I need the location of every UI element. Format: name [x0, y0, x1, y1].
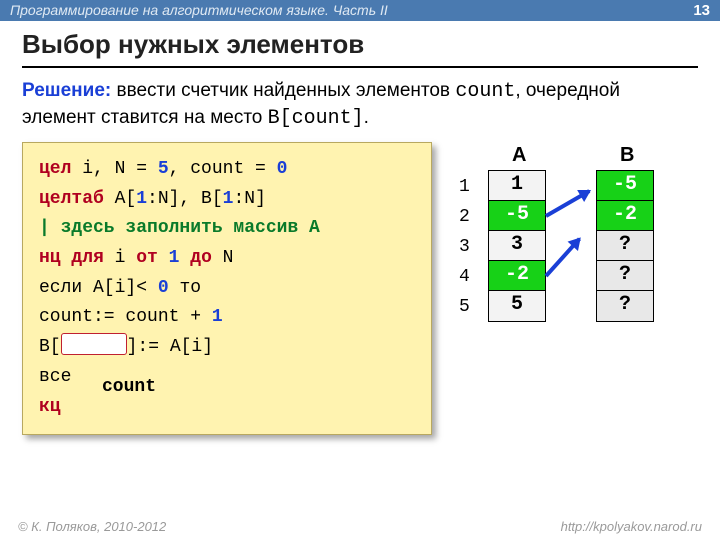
description: Решение: ввести счетчик найденных элемен… [22, 78, 698, 132]
array-a-label: A [512, 144, 526, 167]
index-cell: 5 [459, 292, 470, 322]
array-b-label: B [620, 144, 634, 167]
index-column: 1 2 3 4 5 [459, 172, 470, 322]
code-line: кц [39, 393, 415, 423]
page-title: Выбор нужных элементов [22, 29, 698, 68]
course-name: Программирование на алгоритмическом язык… [10, 2, 388, 19]
code-line: цел i, N = 5, count = 0 [39, 155, 415, 185]
index-cell: 3 [459, 232, 470, 262]
array-cell: ? [597, 261, 653, 291]
code-line: B[]:= A[i] [39, 333, 415, 363]
code-line: все [39, 363, 415, 393]
page-number: 13 [693, 2, 710, 19]
footer-url: http://kpolyakov.narod.ru [561, 519, 702, 534]
topbar: Программирование на алгоритмическом язык… [0, 0, 720, 21]
array-cell: 1 [489, 171, 545, 201]
array-cell: -2 [597, 201, 653, 231]
footer: © К. Поляков, 2010-2012 http://kpolyakov… [0, 519, 720, 534]
array-cell: 5 [489, 291, 545, 321]
code-line: count:= count + 1 [39, 303, 415, 333]
index-cell: 1 [459, 172, 470, 202]
code-line: целтаб A[1:N], B[1:N] [39, 185, 415, 215]
code-line: нц для i от 1 до N [39, 244, 415, 274]
copyright: © К. Поляков, 2010-2012 [18, 519, 166, 534]
array-a: 1-53-25 [488, 170, 546, 322]
array-b: -5-2??? [596, 170, 654, 322]
code-block: цел i, N = 5, count = 0 целтаб A[1:N], B… [22, 142, 432, 435]
array-cell: -5 [597, 171, 653, 201]
count-overlay: count [101, 378, 157, 396]
array-cell: 3 [489, 231, 545, 261]
arrow-icon [545, 238, 581, 278]
code-line: если A[i]< 0 то [39, 274, 415, 304]
array-cell: -5 [489, 201, 545, 231]
index-cell: 4 [459, 262, 470, 292]
array-cell: -2 [489, 261, 545, 291]
array-cell: ? [597, 291, 653, 321]
arrow-icon [545, 189, 590, 217]
blank-box [61, 333, 127, 355]
code-line: | здесь заполнить массив A [39, 214, 415, 244]
index-cell: 2 [459, 202, 470, 232]
desc-keyword: Решение: [22, 80, 111, 101]
main-row: цел i, N = 5, count = 0 целтаб A[1:N], B… [22, 142, 698, 435]
slide-content: Выбор нужных элементов Решение: ввести с… [0, 21, 720, 435]
arrays-diagram: A B 1 2 3 4 5 1-53-25 -5-2??? [454, 142, 684, 435]
array-cell: ? [597, 231, 653, 261]
